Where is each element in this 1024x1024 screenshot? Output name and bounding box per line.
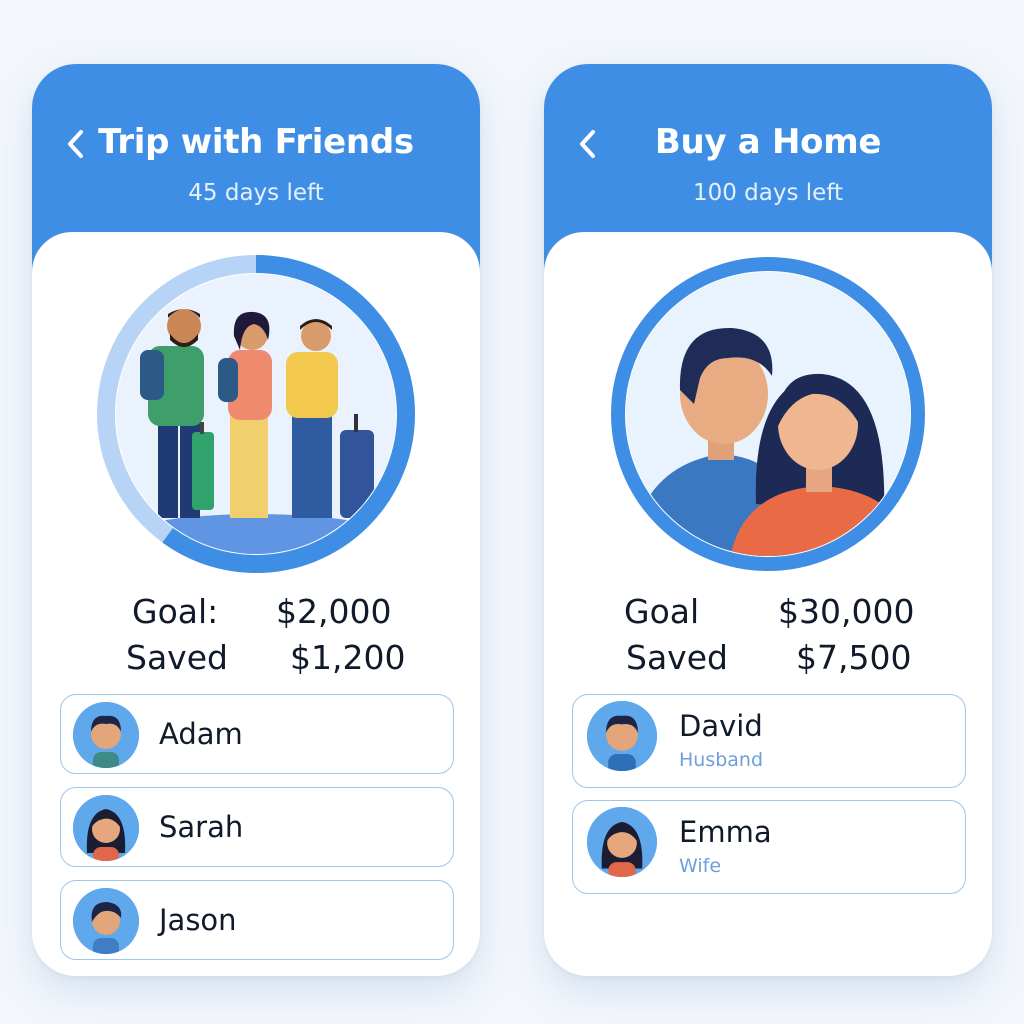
avatar xyxy=(73,795,139,861)
member-card[interactable]: Adam xyxy=(60,694,454,774)
goal-stats: Goal: $2,000 Saved $1,200 xyxy=(32,592,480,682)
page-title: Buy a Home xyxy=(654,122,882,162)
goal-value: $30,000 xyxy=(778,592,915,631)
member-name: Emma xyxy=(679,815,772,849)
days-left: 45 days left xyxy=(188,180,324,206)
member-card[interactable]: Emma Wife xyxy=(572,800,966,894)
goal-label: Goal xyxy=(624,592,700,631)
goal-value: $2,000 xyxy=(276,592,392,631)
couple-illustration xyxy=(626,272,910,556)
avatar xyxy=(587,701,657,771)
goal-progress-ring xyxy=(96,254,416,574)
goal-image-ring xyxy=(608,254,928,574)
member-card[interactable]: Sarah xyxy=(60,787,454,867)
saved-value: $1,200 xyxy=(290,638,406,677)
member-name: David xyxy=(679,709,763,743)
member-name: Jason xyxy=(159,903,237,937)
member-name: Adam xyxy=(159,717,243,751)
saved-label: Saved xyxy=(126,638,228,677)
avatar xyxy=(587,807,657,877)
member-name: Sarah xyxy=(159,810,244,844)
goal-label: Goal: xyxy=(132,592,219,631)
avatar xyxy=(73,702,139,768)
avatar xyxy=(73,888,139,954)
goal-stats: Goal $30,000 Saved $7,500 xyxy=(544,592,992,682)
page-title: Trip with Friends xyxy=(98,122,414,162)
member-card[interactable]: David Husband xyxy=(572,694,966,788)
member-card[interactable]: Jason xyxy=(60,880,454,960)
phone-screen-home: Buy a Home 100 days left Goal $30,000 Sa… xyxy=(544,64,992,976)
saved-label: Saved xyxy=(626,638,728,677)
days-left: 100 days left xyxy=(692,180,844,206)
phone-screen-trip: Trip with Friends 45 days left Goal: $2,… xyxy=(32,64,480,976)
saved-value: $7,500 xyxy=(796,638,912,677)
member-role: Husband xyxy=(679,749,764,771)
member-role: Wife xyxy=(679,855,722,877)
